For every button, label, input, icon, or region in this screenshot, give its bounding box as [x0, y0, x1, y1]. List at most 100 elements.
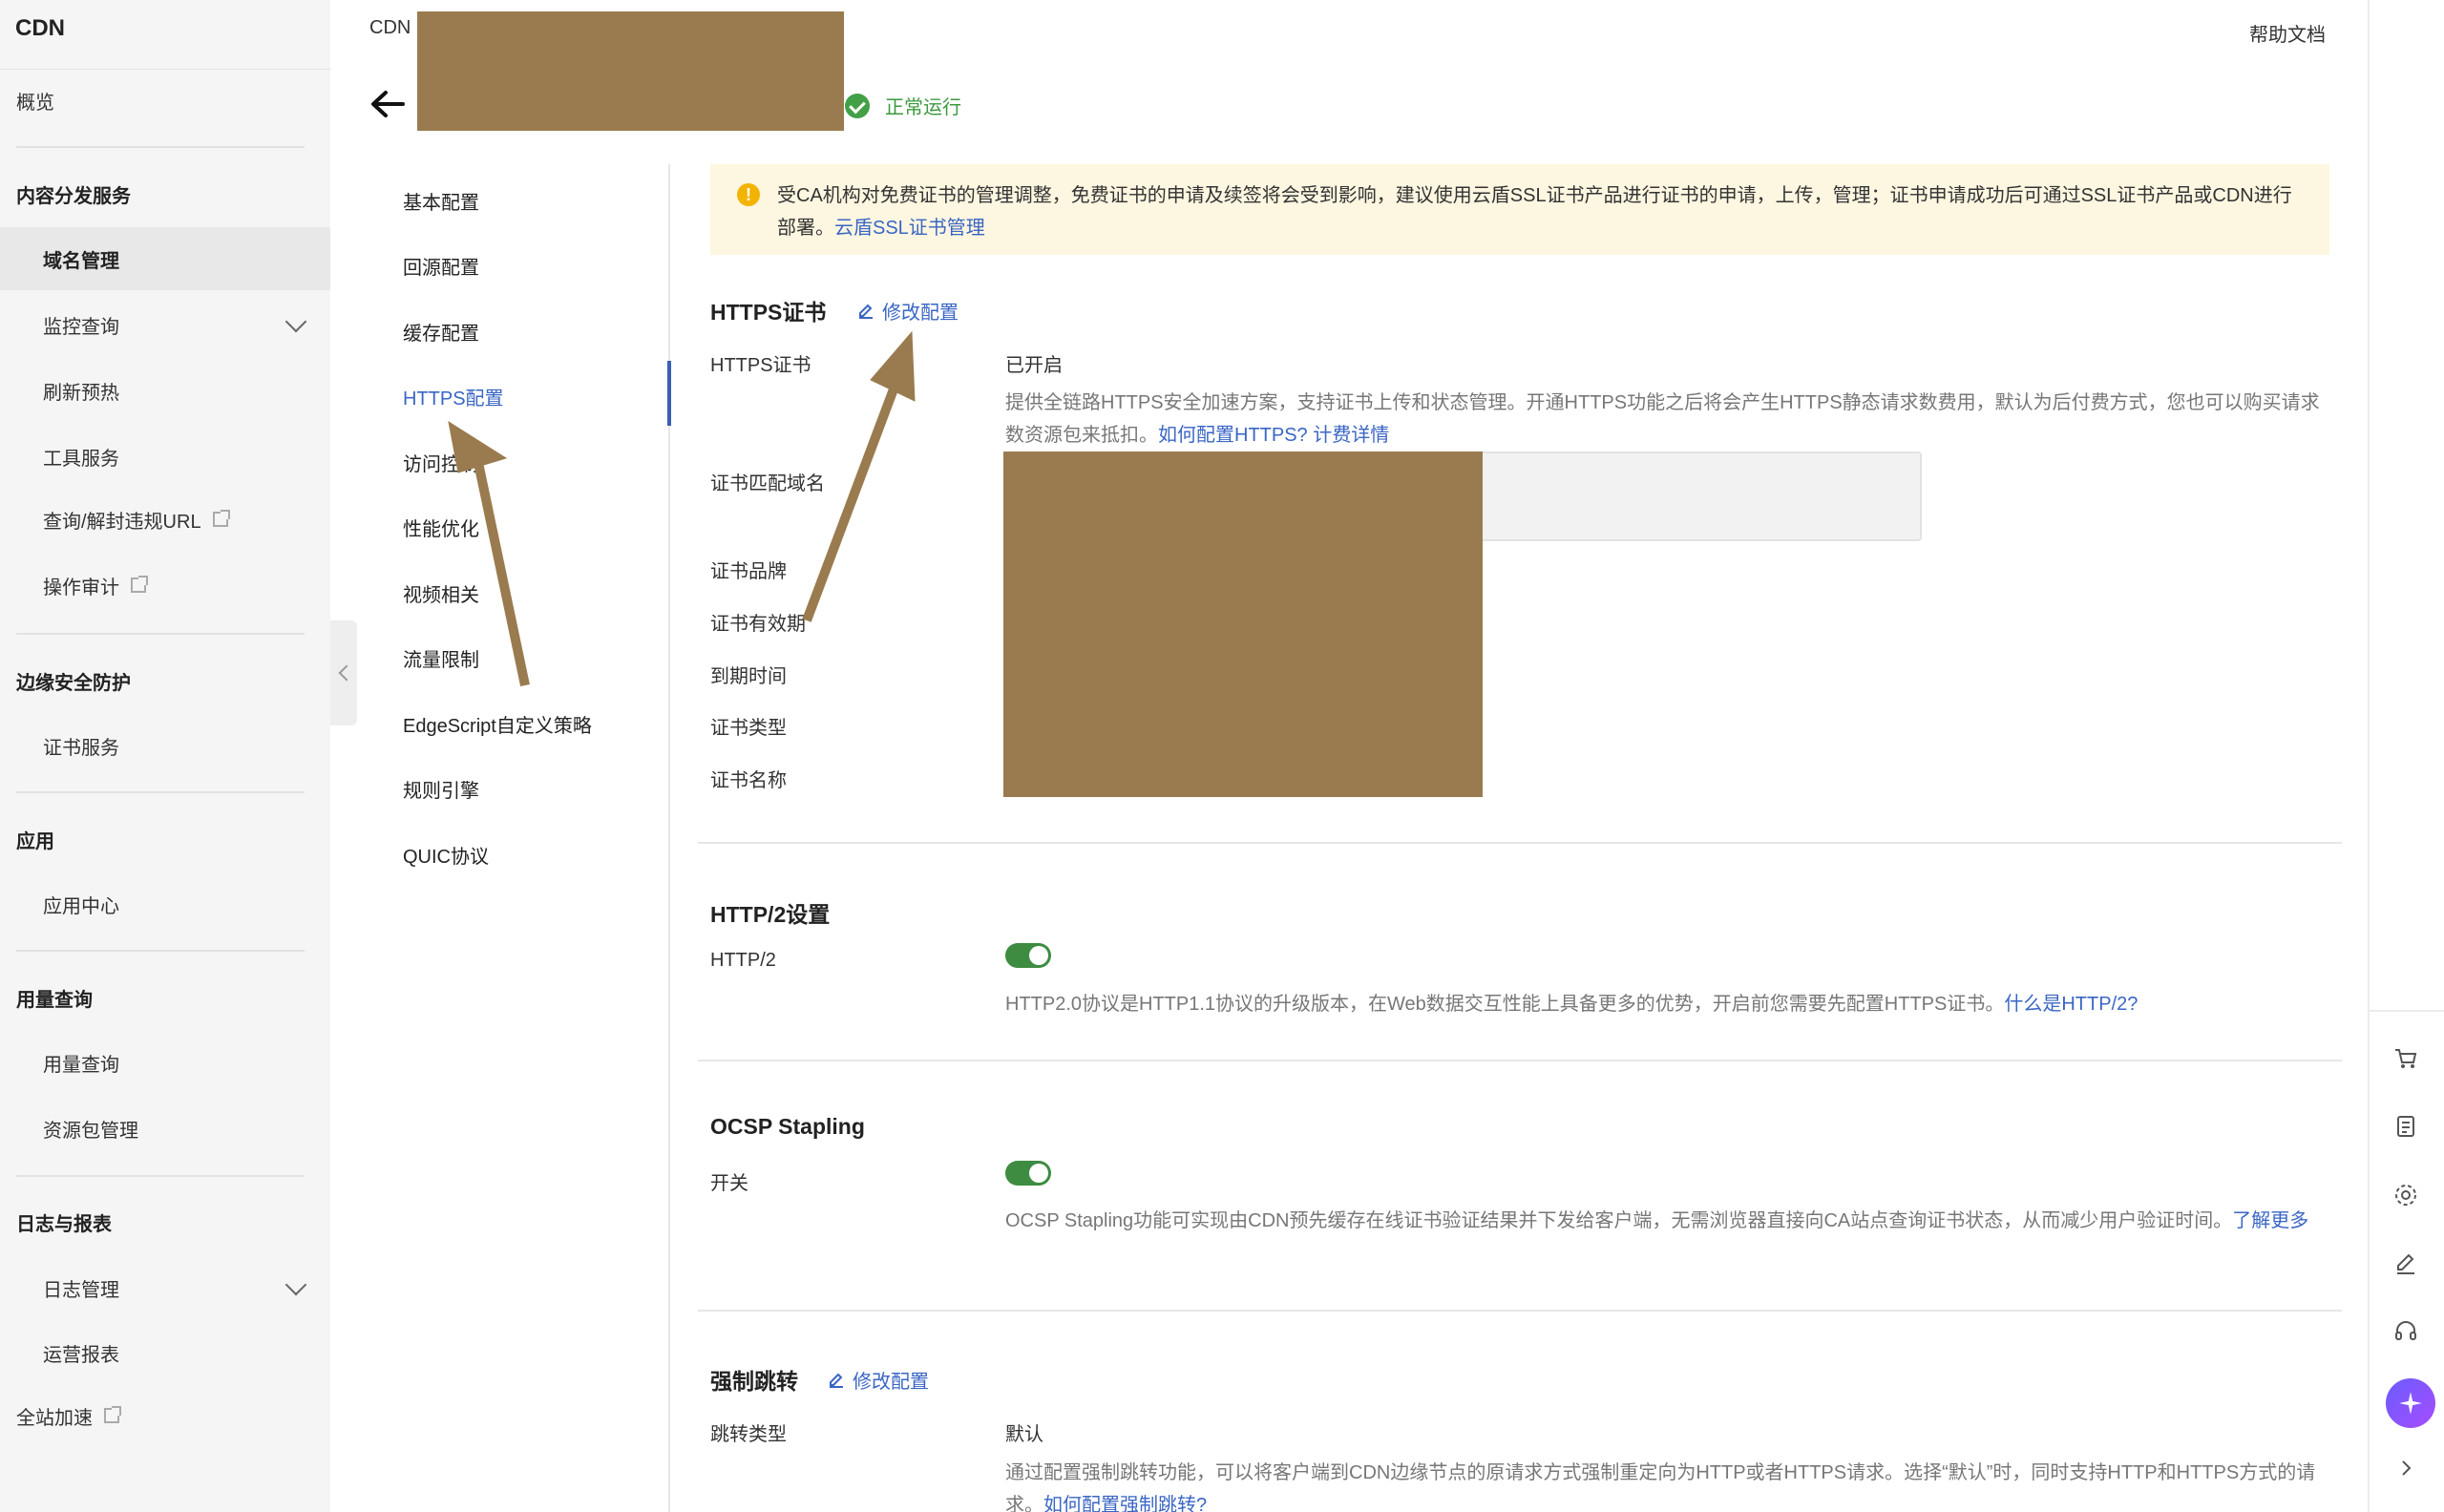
annotation-arrow-left-shaft [473, 456, 530, 687]
sidebar-item-domain-mgmt[interactable]: 域名管理 [0, 227, 330, 290]
sidebar-item-app-center[interactable]: 应用中心 [0, 872, 330, 935]
ocsp-section-title: OCSP Stapling [710, 1114, 865, 1139]
sidebar-item-tools[interactable]: 工具服务 [0, 425, 330, 488]
subnav-video[interactable]: 视频相关 [403, 579, 479, 607]
chevron-right-icon[interactable] [2387, 1449, 2425, 1487]
redirect-type-value: 默认 [1005, 1424, 1043, 1445]
how-to-config-redirect-link[interactable]: 如何配置强制跳转? [1043, 1495, 1207, 1512]
headset-icon[interactable] [2387, 1312, 2425, 1351]
cert-field-domain: 证书匹配域名 [710, 473, 825, 494]
subnav-https[interactable]: HTTPS配置 [403, 383, 504, 410]
section-divider [698, 1310, 2342, 1312]
sidebar-item-label: 查询/解封违规URL [43, 511, 201, 533]
what-is-http2-link[interactable]: 什么是HTTP/2? [2004, 994, 2138, 1015]
edit-label: 修改配置 [882, 303, 959, 324]
https-cert-value: 已开启 [1005, 355, 1063, 376]
sidebar-divider [16, 146, 305, 148]
gear-icon[interactable] [2387, 1176, 2425, 1214]
sidebar-item-package-mgmt[interactable]: 资源包管理 [0, 1097, 330, 1160]
sidebar-group-apps[interactable]: 应用 [0, 808, 330, 871]
notice-text: 受CA机构对免费证书的管理调整，免费证书的申请及续签将会受到影响，建议使用云盾S… [777, 179, 2295, 244]
sidebar-item-refresh-preheat[interactable]: 刷新预热 [0, 359, 330, 422]
subnav-edgescript[interactable]: EdgeScript自定义策略 [403, 710, 592, 738]
cert-field-brand: 证书品牌 [710, 561, 787, 582]
sidebar-divider [16, 791, 305, 793]
notice-banner: ! 受CA机构对免费证书的管理调整，免费证书的申请及续签将会受到影响，建议使用云… [710, 164, 2329, 255]
edit-icon[interactable] [2387, 1245, 2425, 1283]
subnav-basic[interactable]: 基本配置 [403, 187, 479, 215]
sidebar-group-content-delivery[interactable]: 内容分发服务 [0, 162, 330, 225]
sidebar-item-cert-service[interactable]: 证书服务 [0, 714, 330, 777]
section-divider [698, 842, 2342, 844]
redacted-cert-info [1003, 452, 1483, 797]
chevron-down-icon [284, 1273, 307, 1296]
force-redirect-edit-button[interactable]: 修改配置 [828, 1366, 929, 1394]
sidebar-item-label: 监控查询 [43, 316, 119, 338]
ocsp-toggle[interactable] [1005, 1161, 1051, 1186]
http2-desc-text: HTTP2.0协议是HTTP1.1协议的升级版本，在Web数据交互性能上具备更多… [1005, 994, 2005, 1015]
sidebar-item-overview[interactable]: 概览 [0, 69, 330, 132]
cert-field-expiry: 到期时间 [710, 666, 787, 687]
sidebar-item-log-mgmt[interactable]: 日志管理 [0, 1256, 330, 1319]
sidebar-collapse-button[interactable] [330, 620, 357, 725]
sidebar-item-audit[interactable]: 操作审计 [0, 554, 330, 617]
cert-field-type: 证书类型 [710, 718, 787, 739]
http2-toggle[interactable] [1005, 943, 1051, 968]
edit-label: 修改配置 [853, 1372, 929, 1393]
sidebar-item-label: 操作审计 [43, 577, 119, 598]
subnav-access-control[interactable]: 访问控制 [403, 449, 479, 476]
ocsp-description: OCSP Stapling功能可实现由CDN预先缓存在线证书验证结果并下发给客户… [1005, 1205, 2332, 1237]
subnav-quic[interactable]: QUIC协议 [403, 841, 489, 869]
back-arrow-icon[interactable] [369, 90, 407, 118]
sidebar-group-usage[interactable]: 用量查询 [0, 966, 330, 1029]
http2-section-title: HTTP/2设置 [710, 902, 831, 927]
how-to-config-https-link[interactable]: 如何配置HTTPS? [1158, 425, 1308, 446]
sidebar-item-monitoring[interactable]: 监控查询 [0, 293, 330, 356]
warning-icon: ! [737, 183, 760, 206]
redirect-type-label: 跳转类型 [710, 1424, 787, 1445]
billing-details-link[interactable]: 计费详情 [1313, 425, 1389, 446]
chevron-down-icon [284, 310, 307, 333]
ssl-cert-mgmt-link[interactable]: 云盾SSL证书管理 [834, 218, 985, 239]
sidebar-group-logs-reports[interactable]: 日志与报表 [0, 1190, 330, 1253]
sidebar-group-edge-security[interactable]: 边缘安全防护 [0, 649, 330, 712]
rail-divider [2368, 1010, 2444, 1012]
sidebar-divider [16, 633, 305, 635]
subnav-active-indicator [667, 361, 671, 426]
pencil-icon [830, 1373, 843, 1388]
chevron-left-icon [338, 664, 355, 682]
subnav-traffic-limit[interactable]: 流量限制 [403, 644, 479, 672]
ai-assistant-icon[interactable] [2386, 1378, 2435, 1428]
section-divider [698, 1060, 2342, 1061]
right-rail [2368, 0, 2444, 1512]
https-cert-label: HTTPS证书 [710, 355, 811, 376]
sidebar-item-global-accel[interactable]: 全站加速 [0, 1384, 330, 1447]
learn-more-link[interactable]: 了解更多 [2232, 1210, 2308, 1231]
cert-field-validity: 证书有效期 [710, 614, 806, 635]
document-icon[interactable] [2387, 1107, 2425, 1145]
help-docs-link[interactable]: 帮助文档 [2249, 19, 2326, 47]
https-cert-edit-button[interactable]: 修改配置 [857, 297, 959, 325]
sidebar-item-label: 全站加速 [16, 1407, 93, 1429]
cert-field-name: 证书名称 [710, 770, 787, 791]
http2-label: HTTP/2 [710, 950, 776, 971]
https-cert-description: 提供全链路HTTPS安全加速方案，支持证书上传和状态管理。开通HTTPS功能之后… [1005, 387, 2332, 452]
sidebar-item-url-block[interactable]: 查询/解封违规URL [0, 488, 330, 551]
subnav-origin[interactable]: 回源配置 [403, 252, 479, 280]
external-link-icon [131, 576, 148, 593]
status-indicator: 正常运行 [845, 92, 961, 119]
external-link-icon [104, 1406, 121, 1423]
annotation-arrow-right-shaft [802, 385, 899, 622]
subnav-rules-engine[interactable]: 规则引擎 [403, 775, 479, 803]
sidebar-item-ops-report[interactable]: 运营报表 [0, 1321, 330, 1384]
sidebar-title: CDN [15, 15, 65, 41]
subnav-cache[interactable]: 缓存配置 [403, 318, 479, 346]
force-redirect-description: 通过配置强制跳转功能，可以将客户端到CDN边缘节点的原请求方式强制重定向为HTT… [1005, 1457, 2332, 1512]
force-redirect-section-title: 强制跳转 [710, 1369, 798, 1394]
status-text: 正常运行 [885, 97, 961, 118]
subnav-performance[interactable]: 性能优化 [403, 514, 479, 541]
breadcrumb[interactable]: CDN [369, 17, 411, 39]
cart-icon[interactable] [2387, 1040, 2425, 1078]
sidebar-item-usage-query[interactable]: 用量查询 [0, 1031, 330, 1094]
annotation-arrow-right-head [870, 330, 916, 402]
